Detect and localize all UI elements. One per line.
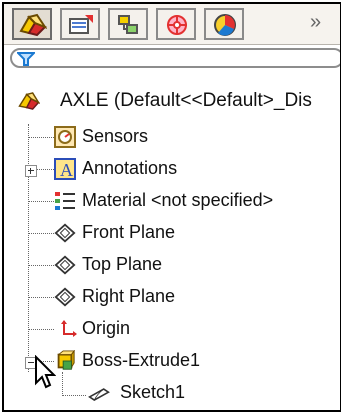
tree-item-label: Origin	[82, 318, 131, 338]
tab-dimxpert[interactable]	[156, 8, 196, 40]
tree-item-label: Sketch1	[120, 382, 186, 402]
tab-configurationmanager[interactable]	[108, 8, 148, 40]
propertymanager-icon	[69, 15, 93, 34]
tree-item-top-plane[interactable]: Top Plane	[4, 250, 340, 280]
dimxpert-icon	[167, 15, 187, 35]
tree-item-origin[interactable]: Origin	[4, 314, 340, 344]
part-icon	[18, 92, 40, 110]
tree-root-label: AXLE (Default<<Default>_Dis	[60, 90, 312, 111]
extrude-icon	[57, 350, 76, 370]
tree-item-label: Boss-Extrude1	[82, 350, 201, 370]
tree-item-label: Material <not specified>	[82, 190, 274, 210]
mouse-cursor-icon	[35, 355, 56, 389]
more-tabs-button[interactable]: »	[310, 11, 321, 34]
tab-featuremanager[interactable]	[12, 8, 52, 40]
panel-toolbar: »	[4, 4, 340, 45]
material-icon	[55, 192, 75, 210]
display-manager-icon	[214, 14, 236, 36]
tree-item-label: Right Plane	[82, 286, 176, 306]
featuremanager-icon	[19, 13, 47, 37]
tree-item-label: Front Plane	[82, 222, 176, 242]
tree-item-annotations[interactable]: A Annotations	[4, 154, 340, 184]
sketch-icon	[88, 388, 110, 401]
tree-item-label: Annotations	[82, 158, 178, 178]
plane-icon	[54, 287, 76, 307]
tree-item-right-plane[interactable]: Right Plane	[4, 282, 340, 312]
featuremanager-panel: » AXLE (Default<<Default>_Dis Sensors A …	[2, 2, 341, 412]
tree-root[interactable]: AXLE (Default<<Default>_Dis	[4, 84, 340, 120]
tree-filter[interactable]	[10, 48, 340, 68]
plane-icon	[54, 255, 76, 275]
sensors-icon	[54, 126, 76, 148]
tree-item-material[interactable]: Material <not specified>	[4, 186, 340, 216]
tree-item-label: Top Plane	[82, 254, 163, 274]
tree-item-label: Sensors	[82, 126, 149, 146]
plane-icon	[54, 223, 76, 243]
tree-item-sensors[interactable]: Sensors	[4, 122, 340, 152]
annotations-icon: A	[54, 158, 76, 180]
svg-text:A: A	[60, 160, 73, 180]
origin-icon	[61, 320, 77, 337]
configurationmanager-icon	[118, 15, 138, 34]
expand-icon[interactable]	[25, 165, 37, 177]
tab-propertymanager[interactable]	[60, 8, 100, 40]
tree-item-front-plane[interactable]: Front Plane	[4, 218, 340, 248]
tab-display-manager[interactable]	[204, 8, 244, 40]
filter-icon	[17, 52, 35, 66]
